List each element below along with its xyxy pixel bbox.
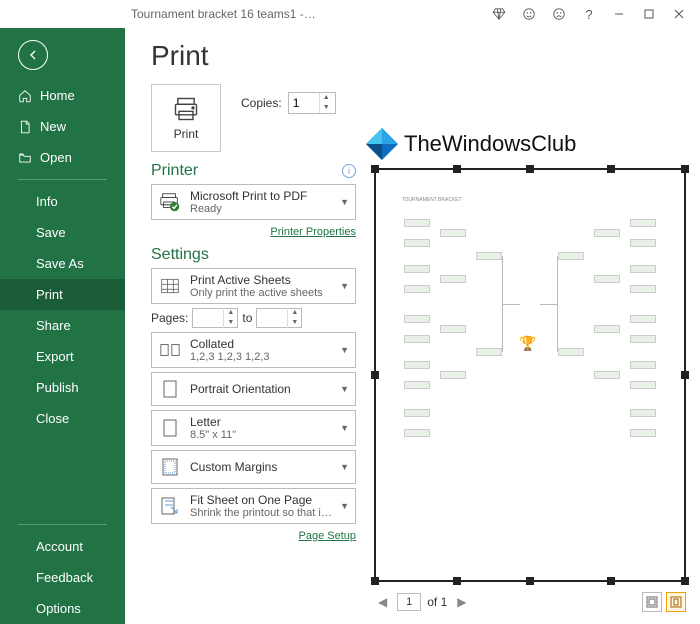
printer-dropdown[interactable]: Microsoft Print to PDF Ready ▼	[151, 184, 356, 220]
close-button[interactable]	[664, 8, 694, 20]
collation-dropdown[interactable]: Collated 1,2,3 1,2,3 1,2,3 ▼	[151, 332, 356, 368]
sheets-icon	[158, 277, 182, 295]
copies-label: Copies:	[241, 96, 282, 110]
new-icon	[18, 120, 32, 134]
page-icon	[158, 419, 182, 437]
next-page-button[interactable]: ▶	[453, 595, 470, 609]
pages-row: Pages: ▲▼ to ▲▼	[151, 308, 356, 328]
chevron-down-icon: ▼	[340, 345, 349, 355]
margins-dropdown[interactable]: Custom Margins ▼	[151, 450, 356, 484]
printer-heading: Printer i	[151, 162, 356, 180]
sidebar-item-home[interactable]: Home	[0, 80, 125, 111]
watermark-logo-icon	[364, 126, 400, 162]
maximize-button[interactable]	[634, 8, 664, 20]
sidebar-item-save-as[interactable]: Save As	[0, 248, 125, 279]
paper-size-dropdown[interactable]: Letter 8.5" x 11" ▼	[151, 410, 356, 446]
open-icon	[18, 151, 32, 165]
prev-page-button[interactable]: ◀	[374, 595, 391, 609]
sidebar-item-account[interactable]: Account	[0, 531, 125, 562]
diamond-icon[interactable]	[484, 7, 514, 21]
print-button[interactable]: Print	[151, 84, 221, 152]
minimize-button[interactable]	[604, 8, 634, 20]
frown-icon[interactable]	[544, 7, 574, 21]
printer-ready-icon	[158, 191, 182, 213]
pages-to-spinbox[interactable]: ▲▼	[256, 308, 302, 328]
home-icon	[18, 89, 32, 103]
copies-spinbox[interactable]: ▲▼	[288, 92, 336, 114]
print-button-label: Print	[174, 127, 199, 141]
preview-page-content: TOURNAMENT BRACKET	[398, 195, 663, 556]
current-page-input[interactable]: 1	[397, 593, 421, 611]
chevron-down-icon: ▼	[340, 384, 349, 394]
backstage-sidebar: Home New Open Info Save Save As Print Sh…	[0, 28, 125, 624]
info-icon[interactable]: i	[342, 164, 356, 178]
page-count-label: of 1	[427, 595, 447, 609]
scaling-icon	[158, 497, 182, 515]
printer-icon	[172, 95, 200, 123]
sidebar-item-close[interactable]: Close	[0, 403, 125, 434]
sidebar-item-share[interactable]: Share	[0, 310, 125, 341]
page-setup-link[interactable]: Page Setup	[299, 530, 357, 542]
trophy-icon: 🏆	[519, 335, 536, 352]
printer-properties-link[interactable]: Printer Properties	[270, 226, 356, 238]
watermark: TheWindowsClub	[364, 126, 686, 162]
chevron-down-icon: ▼	[340, 281, 349, 291]
preview-footer: ◀ 1 of 1 ▶	[374, 590, 686, 614]
spin-down[interactable]: ▼	[320, 103, 333, 113]
orientation-dropdown[interactable]: Portrait Orientation ▼	[151, 372, 356, 406]
back-button[interactable]	[18, 40, 48, 70]
sidebar-item-print[interactable]: Print	[0, 279, 125, 310]
window-title: Tournament bracket 16 teams1 -…	[131, 7, 316, 21]
sidebar-item-save[interactable]: Save	[0, 217, 125, 248]
print-what-dropdown[interactable]: Print Active Sheets Only print the activ…	[151, 268, 356, 304]
collated-icon	[158, 342, 182, 358]
show-margins-button[interactable]	[642, 592, 662, 612]
help-icon[interactable]: ?	[574, 7, 604, 22]
print-preview: TOURNAMENT BRACKET	[374, 168, 686, 582]
sidebar-item-export[interactable]: Export	[0, 341, 125, 372]
sidebar-item-label: Open	[40, 150, 72, 165]
sidebar-item-info[interactable]: Info	[0, 186, 125, 217]
page-title: Print	[151, 40, 356, 72]
smile-icon[interactable]	[514, 7, 544, 21]
sidebar-item-feedback[interactable]: Feedback	[0, 562, 125, 593]
title-bar: Tournament bracket 16 teams1 -… ?	[0, 0, 700, 28]
print-panel: Print Print Copies: ▲▼ Printer i	[125, 28, 700, 624]
margins-icon	[158, 458, 182, 476]
sidebar-item-publish[interactable]: Publish	[0, 372, 125, 403]
spin-up[interactable]: ▲	[320, 93, 333, 103]
chevron-down-icon: ▼	[340, 197, 349, 207]
zoom-to-page-button[interactable]	[666, 592, 686, 612]
pages-from-spinbox[interactable]: ▲▼	[192, 308, 238, 328]
sidebar-item-options[interactable]: Options	[0, 593, 125, 624]
settings-heading: Settings	[151, 246, 356, 264]
sidebar-item-open[interactable]: Open	[0, 142, 125, 173]
chevron-down-icon: ▼	[340, 501, 349, 511]
chevron-down-icon: ▼	[340, 423, 349, 433]
sidebar-item-label: Home	[40, 88, 75, 103]
copies-input[interactable]	[289, 96, 319, 110]
sidebar-item-new[interactable]: New	[0, 111, 125, 142]
sidebar-item-label: New	[40, 119, 66, 134]
chevron-down-icon: ▼	[340, 462, 349, 472]
scaling-dropdown[interactable]: Fit Sheet on One Page Shrink the printou…	[151, 488, 356, 524]
portrait-icon	[158, 380, 182, 398]
